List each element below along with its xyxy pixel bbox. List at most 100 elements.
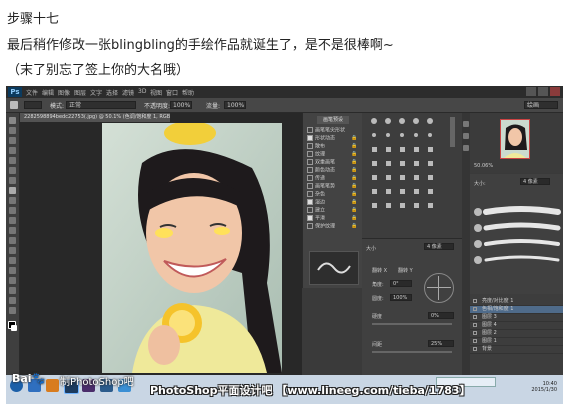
gradient-tool-icon[interactable]: [9, 227, 16, 234]
brush-panel-icon[interactable]: [463, 145, 469, 151]
brush-option-row[interactable]: 平滑 🔒: [307, 215, 357, 222]
crop-tool-icon[interactable]: [9, 157, 16, 164]
path-select-tool-icon[interactable]: [9, 277, 16, 284]
roundness-input[interactable]: 100%: [390, 294, 412, 301]
brush-option-row[interactable]: 杂色 🔒: [307, 191, 357, 198]
layer-row[interactable]: 图层 1: [470, 338, 563, 346]
brush-size-picker[interactable]: [24, 101, 42, 109]
layer-row[interactable]: 图层 3: [470, 314, 563, 322]
menu-layer[interactable]: 图层: [74, 88, 86, 97]
flip-y-checkbox[interactable]: 翻转 Y: [398, 267, 413, 274]
menu-file[interactable]: 文件: [26, 88, 38, 97]
eye-icon[interactable]: [473, 315, 477, 319]
brush-presets-button[interactable]: 画笔预设: [317, 116, 349, 124]
zoom-tool-icon[interactable]: [9, 307, 16, 314]
pen-tool-icon[interactable]: [9, 257, 16, 264]
hardness-input[interactable]: 0%: [428, 312, 454, 319]
eye-icon[interactable]: [473, 323, 477, 327]
document-tab[interactable]: 2282598894bedc22753(.jpg) @ 50.1% (色调/饱和…: [20, 113, 170, 122]
opacity-label: 不透明度:: [144, 103, 171, 110]
eraser-tool-icon[interactable]: [9, 217, 16, 224]
brush-tool-preset-icon[interactable]: [10, 101, 18, 109]
preset-size-input[interactable]: 4 像素: [520, 178, 550, 185]
eye-icon[interactable]: [473, 339, 477, 343]
size-input[interactable]: 4 像素: [424, 243, 454, 250]
lasso-tool-icon[interactable]: [9, 137, 16, 144]
workspace-select[interactable]: 绘画: [524, 101, 558, 109]
navigator-thumbnail[interactable]: [500, 119, 530, 159]
menu-view[interactable]: 视图: [150, 88, 162, 97]
brush-angle-dial[interactable]: [424, 273, 454, 303]
mode-select[interactable]: 正常: [66, 101, 136, 109]
spacing-checkbox[interactable]: 间距: [372, 341, 382, 348]
brush-option-row[interactable]: 画笔笔尖形状: [307, 127, 345, 134]
brush-option-row[interactable]: 颜色动态 🔒: [307, 167, 357, 174]
stamp-tool-icon[interactable]: [9, 197, 16, 204]
menu-type[interactable]: 文字: [90, 88, 102, 97]
background-color-swatch[interactable]: [11, 325, 17, 331]
menu-edit[interactable]: 编辑: [42, 88, 54, 97]
brush-option-row[interactable]: 散布 🔒: [307, 143, 357, 150]
spacing-slider[interactable]: [372, 351, 452, 353]
menu-select[interactable]: 选择: [106, 88, 118, 97]
layer-row[interactable]: 图层 4: [470, 322, 563, 330]
shape-tool-icon[interactable]: [9, 287, 16, 294]
checkbox-icon: [307, 127, 313, 133]
properties-icon[interactable]: [463, 133, 469, 139]
menu-3d[interactable]: 3D: [138, 88, 146, 95]
healing-tool-icon[interactable]: [9, 177, 16, 184]
eye-icon[interactable]: [473, 347, 477, 351]
type-tool-icon[interactable]: [9, 267, 16, 274]
brush-option-row[interactable]: 双重画笔 🔒: [307, 159, 357, 166]
eye-icon[interactable]: [473, 331, 477, 335]
opacity-input[interactable]: 100%: [170, 101, 192, 109]
illustrator-icon[interactable]: [46, 379, 59, 392]
menu-image[interactable]: 图像: [58, 88, 70, 97]
blur-tool-icon[interactable]: [9, 237, 16, 244]
brush-tip-grid[interactable]: [362, 113, 462, 238]
lock-icon: 🔒: [351, 175, 358, 181]
minimize-button[interactable]: [526, 87, 536, 96]
checkbox-icon: [307, 207, 313, 213]
brush-option-row[interactable]: 湿边 🔒: [307, 199, 357, 206]
layer-row[interactable]: 图层 2: [470, 330, 563, 338]
menu-window[interactable]: 窗口: [166, 88, 178, 97]
marquee-tool-icon[interactable]: [9, 127, 16, 134]
canvas-photo[interactable]: [102, 123, 282, 373]
menu-filter[interactable]: 滤镜: [122, 88, 134, 97]
history-brush-tool-icon[interactable]: [9, 207, 16, 214]
close-button[interactable]: [550, 87, 560, 96]
eye-icon[interactable]: [473, 299, 477, 303]
brush-option-row[interactable]: 纹理 🔒: [307, 151, 357, 158]
layer-row-selected[interactable]: 色相/饱和度 1: [470, 306, 563, 314]
checkbox-checked-icon: [307, 135, 313, 141]
flow-input[interactable]: 100%: [224, 101, 246, 109]
lock-icon: 🔒: [351, 167, 358, 173]
brush-option-row[interactable]: 形状动态 🔒: [307, 135, 357, 142]
layer-name: 色相/饱和度 1: [482, 306, 514, 312]
quick-select-tool-icon[interactable]: [9, 147, 16, 154]
brush-option-label: 形状动态: [315, 135, 336, 142]
taskbar-clock: 10:40 2015/1/30: [531, 381, 557, 393]
angle-input[interactable]: 0°: [390, 280, 412, 287]
brush-option-row[interactable]: 建立 🔒: [307, 207, 357, 214]
preset-size-label: 大小:: [474, 181, 486, 187]
dodge-tool-icon[interactable]: [9, 247, 16, 254]
layer-row[interactable]: 亮度/对比度 1: [470, 298, 563, 306]
move-tool-icon[interactable]: [9, 117, 16, 124]
layer-row[interactable]: 背景: [470, 346, 563, 354]
menu-help[interactable]: 帮助: [182, 88, 194, 97]
zoom-level: 50.06%: [474, 163, 494, 169]
flip-x-checkbox[interactable]: 翻转 X: [372, 267, 387, 274]
hand-tool-icon[interactable]: [9, 297, 16, 304]
spacing-input[interactable]: 25%: [428, 340, 454, 347]
history-icon[interactable]: [463, 121, 469, 127]
eye-icon[interactable]: [473, 307, 477, 311]
brush-option-row[interactable]: 保护纹理 🔒: [307, 223, 357, 230]
eyedropper-tool-icon[interactable]: [9, 167, 16, 174]
hardness-slider[interactable]: [372, 323, 452, 325]
maximize-button[interactable]: [538, 87, 548, 96]
brush-tool-icon[interactable]: [9, 187, 16, 194]
brush-option-row[interactable]: 画笔笔势 🔒: [307, 183, 357, 190]
brush-option-row[interactable]: 传递 🔒: [307, 175, 357, 182]
